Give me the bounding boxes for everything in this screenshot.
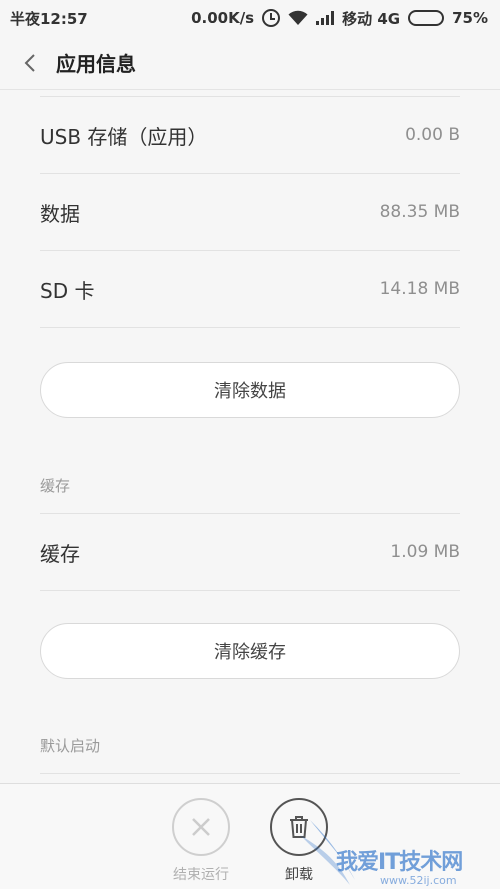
watermark-sub: www.52ij.com — [380, 874, 457, 887]
status-bar: 半夜12:57 0.00K/s 移动 4G 75% — [0, 0, 500, 36]
clear-data-button[interactable]: 清除数据 — [40, 362, 460, 418]
row-value: 88.35 MB — [379, 202, 460, 222]
back-icon[interactable] — [0, 36, 60, 90]
wifi-icon — [288, 10, 308, 26]
close-icon — [192, 818, 210, 836]
row-label: 数据 — [40, 201, 80, 226]
cache-row: 缓存 1.09 MB — [40, 514, 460, 591]
row-label: USB 存储（应用） — [40, 124, 208, 149]
cache-section-header: 缓存 — [40, 458, 460, 514]
row-label: 缓存 — [40, 541, 80, 566]
force-stop-label: 结束运行 — [173, 867, 229, 883]
storage-row-usb: USB 存储（应用） 0.00 B — [40, 97, 460, 174]
row-value: 1.09 MB — [390, 542, 460, 562]
storage-row-data: 数据 88.35 MB — [40, 174, 460, 251]
watermark: 我爱IT技术网 www.52ij.com — [300, 800, 500, 889]
force-stop-button[interactable]: 结束运行 — [156, 798, 246, 884]
action-bar: 应用信息 — [0, 36, 500, 90]
row-label: SD 卡 — [40, 278, 95, 303]
network-speed: 0.00K/s — [191, 9, 255, 27]
force-stop-circle[interactable] — [172, 798, 230, 856]
status-indicators: 0.00K/s 移动 4G 75% — [191, 8, 488, 29]
signal-icon — [316, 11, 335, 25]
default-launch-section-header: 默认启动 — [40, 718, 460, 774]
row-value: 0.00 B — [405, 125, 460, 145]
watermark-text: 我爱IT技术网 — [336, 850, 463, 875]
battery-percent: 75% — [452, 9, 488, 27]
page-title: 应用信息 — [56, 52, 136, 76]
row-value: 14.18 MB — [379, 279, 460, 299]
content-scroll[interactable]: USB 存储（应用） 0.00 B 数据 88.35 MB SD 卡 14.18… — [0, 90, 500, 783]
carrier-label: 移动 4G — [342, 9, 401, 28]
battery-icon — [408, 10, 445, 26]
storage-row-sd: SD 卡 14.18 MB — [40, 251, 460, 328]
alarm-icon — [262, 9, 281, 27]
status-time: 半夜12:57 — [10, 9, 88, 28]
clear-cache-button[interactable]: 清除缓存 — [40, 623, 460, 679]
